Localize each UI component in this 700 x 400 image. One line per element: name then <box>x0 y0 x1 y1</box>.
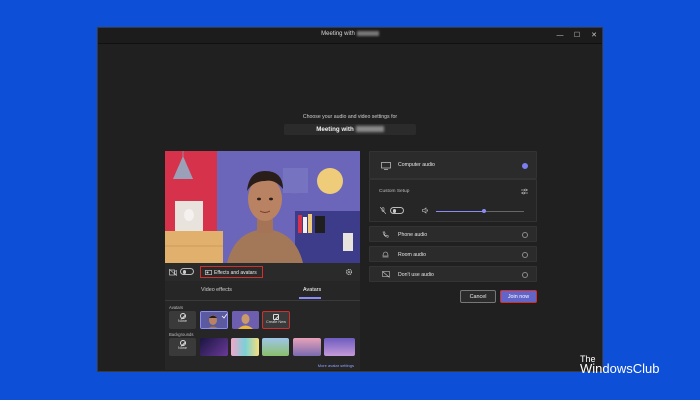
mic-off-icon[interactable] <box>380 207 386 214</box>
effects-icon <box>205 270 212 275</box>
volume-fill <box>436 210 485 212</box>
volume-thumb[interactable] <box>482 209 487 213</box>
background-option[interactable] <box>200 338 228 356</box>
avatar-thumbnail <box>232 311 259 329</box>
computer-icon <box>381 162 391 170</box>
create-avatar-icon <box>273 314 279 320</box>
camera-toggle[interactable] <box>180 268 194 275</box>
room-icon <box>382 251 389 258</box>
active-tab-indicator <box>299 297 321 299</box>
no-audio-icon <box>382 271 390 278</box>
avatar-none-option[interactable]: None <box>169 311 196 329</box>
background-none-option[interactable]: None <box>169 338 196 356</box>
minimize-button[interactable]: — <box>553 29 567 43</box>
meeting-window: Meeting with — ☐ ✕ Choose your audio and… <box>97 27 603 372</box>
background-option[interactable] <box>324 338 355 356</box>
backgrounds-section-label: Backgrounds <box>169 332 194 337</box>
gear-icon[interactable] <box>345 268 353 276</box>
tab-avatars[interactable]: Avatars <box>303 287 321 293</box>
camera-off-icon[interactable] <box>169 269 177 276</box>
background-option[interactable] <box>262 338 289 356</box>
none-icon <box>179 340 186 346</box>
watermark-prefix: The <box>580 354 596 364</box>
room-audio-radio[interactable] <box>522 252 528 258</box>
join-now-button[interactable]: Join now <box>500 290 537 303</box>
avatar-none-label: None <box>177 319 188 323</box>
maximize-button[interactable]: ☐ <box>570 29 584 43</box>
meeting-name-text: Meeting with <box>316 126 354 133</box>
create-new-avatar-button[interactable]: Create New <box>262 311 290 329</box>
dont-use-audio-option[interactable]: Don't use audio <box>369 266 537 282</box>
avatars-section-label: Avatars <box>169 305 184 310</box>
background-none-label: None <box>177 346 188 350</box>
effects-panel: Video effects Avatars Avatars None Creat… <box>165 281 360 370</box>
window-title: Meeting with <box>98 31 602 37</box>
effects-and-avatars-label: Effects and avatars <box>214 269 257 276</box>
redacted-name <box>356 31 379 36</box>
speaker-icon <box>422 207 428 214</box>
cancel-button[interactable]: Cancel <box>460 290 496 303</box>
avatar-option-selected[interactable] <box>200 311 228 329</box>
window-title-text: Meeting with <box>321 31 355 38</box>
avatar-scene <box>165 151 360 263</box>
background-option[interactable] <box>293 338 321 356</box>
phone-audio-label: Phone audio <box>398 232 428 238</box>
dont-use-audio-label: Don't use audio <box>398 272 434 278</box>
meeting-name: Meeting with <box>284 124 416 135</box>
title-bar: Meeting with — ☐ ✕ <box>98 28 602 44</box>
phone-audio-option[interactable]: Phone audio <box>369 226 537 242</box>
custom-setup-panel: Custom Setup <box>369 179 537 222</box>
computer-audio-option[interactable]: Computer audio <box>369 151 537 179</box>
close-button[interactable]: ✕ <box>587 29 601 43</box>
custom-setup-label: Custom Setup <box>379 189 410 194</box>
room-audio-option[interactable]: Room audio <box>369 246 537 262</box>
redacted-meeting-name <box>355 126 384 133</box>
none-icon <box>179 313 186 319</box>
tab-divider <box>165 300 360 301</box>
create-new-label: Create New <box>265 320 287 324</box>
computer-audio-radio[interactable] <box>522 163 528 169</box>
background-option[interactable] <box>231 338 259 356</box>
phone-audio-radio[interactable] <box>522 232 528 238</box>
volume-slider[interactable] <box>436 209 524 213</box>
avatar-thumbnail <box>201 312 227 328</box>
video-controls-bar: Effects and avatars <box>165 263 360 281</box>
dont-use-audio-radio[interactable] <box>522 272 528 278</box>
effects-and-avatars-button[interactable]: Effects and avatars <box>200 266 263 278</box>
tab-video-effects[interactable]: Video effects <box>201 287 232 293</box>
room-audio-label: Room audio <box>398 252 426 258</box>
video-preview <box>165 151 360 263</box>
watermark-logo: The WindowsClub <box>580 354 659 375</box>
audio-settings-icon[interactable] <box>521 188 528 195</box>
avatar-option[interactable] <box>232 311 259 329</box>
settings-prompt: Choose your audio and video settings for <box>302 114 398 120</box>
more-avatar-settings-link[interactable]: More avatar settings <box>318 363 354 368</box>
mic-toggle[interactable] <box>390 207 404 214</box>
computer-audio-label: Computer audio <box>398 162 435 168</box>
phone-icon <box>382 231 389 238</box>
